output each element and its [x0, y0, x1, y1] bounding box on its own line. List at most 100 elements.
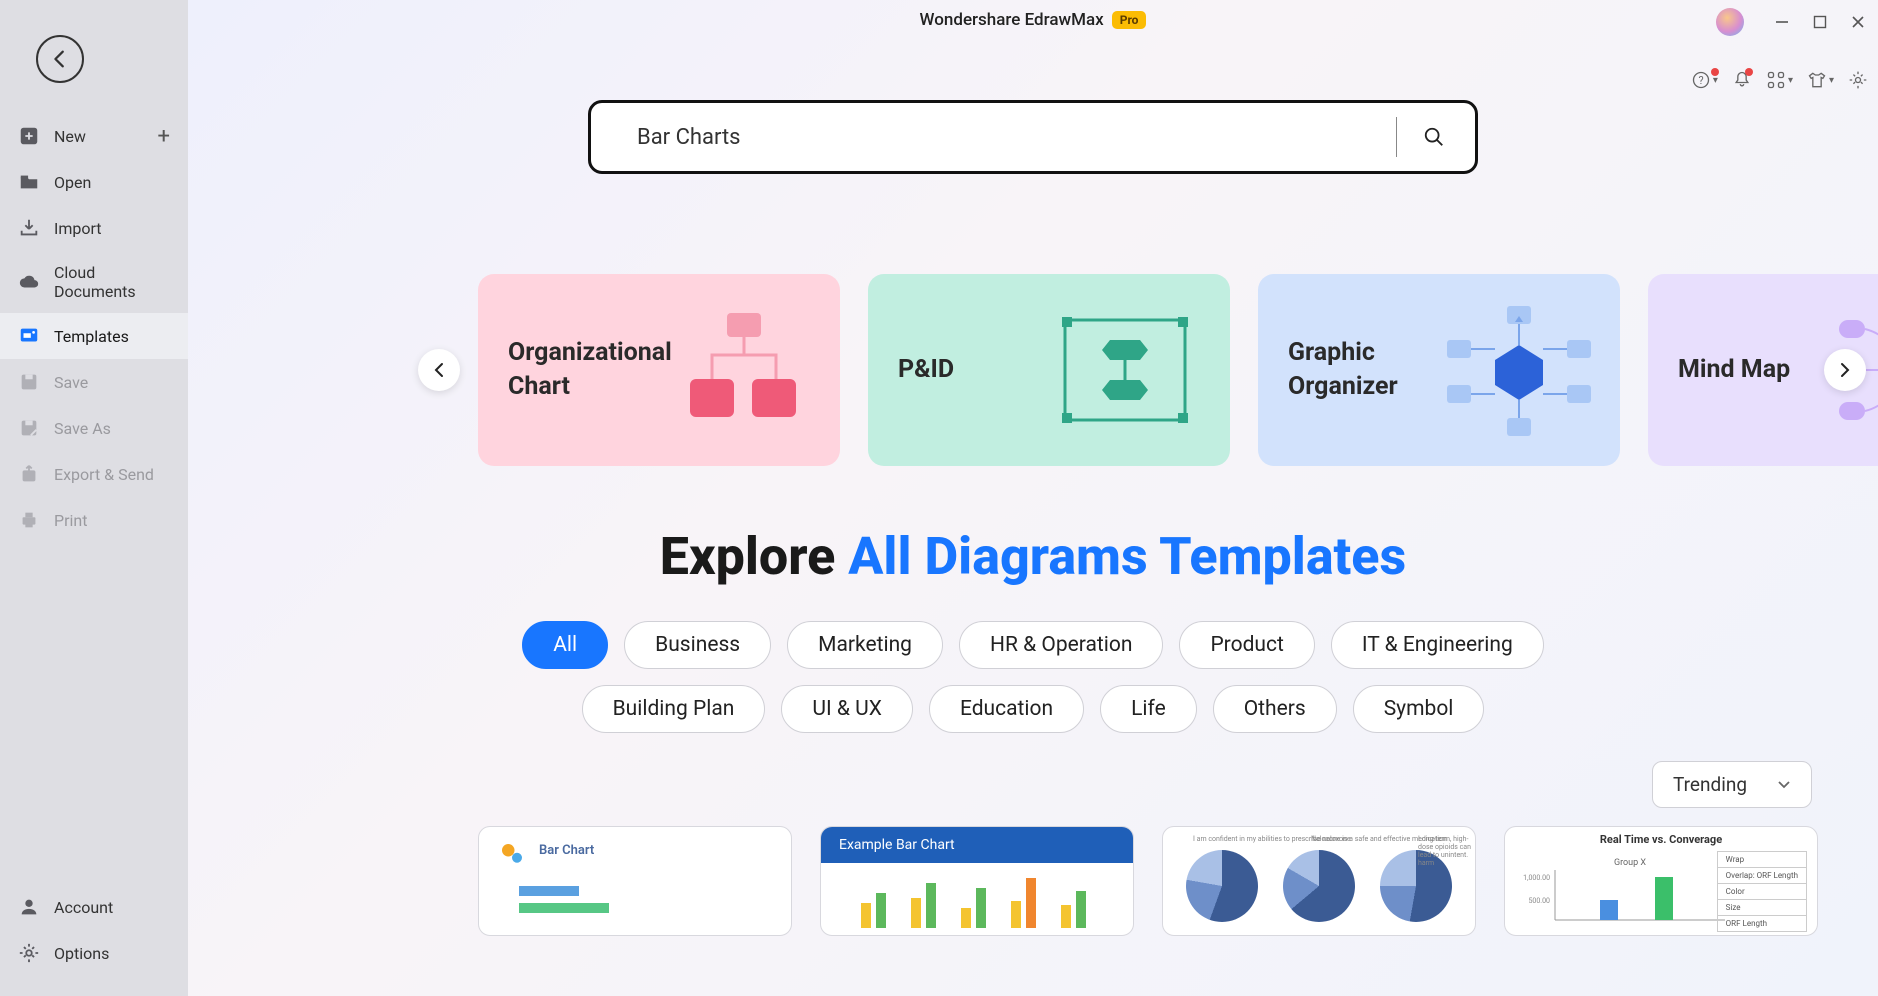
- save-icon: [18, 371, 40, 393]
- bar-chart-preview-icon: [489, 871, 792, 931]
- plus-icon[interactable]: +: [158, 124, 170, 149]
- sidebar-item-options[interactable]: Options: [0, 930, 188, 976]
- chevron-left-icon: [433, 362, 445, 378]
- gear-icon: [18, 942, 40, 964]
- template-card[interactable]: I am confident in my abilities to prescr…: [1162, 826, 1476, 936]
- carousel-next-button[interactable]: [1824, 349, 1866, 391]
- category-graphic-icon: [1439, 300, 1599, 440]
- cloud-icon: [18, 271, 40, 293]
- bar-chart-preview-icon: Group X 1,000.00 500.00: [1515, 855, 1735, 935]
- filter-chip-ui-ux[interactable]: UI & UX: [781, 685, 913, 733]
- template-card[interactable]: Bar Chart: [478, 826, 792, 936]
- category-carousel: Organizational Chart P&ID Graphic Organize…: [188, 274, 1878, 466]
- save-as-icon: [18, 417, 40, 439]
- search-divider: [1396, 117, 1397, 157]
- title-bar: Wondershare EdrawMax Pro: [188, 0, 1878, 40]
- help-button[interactable]: ? ▾: [1691, 70, 1718, 90]
- category-card-p-id[interactable]: P&ID: [868, 274, 1230, 466]
- sidebar: New+ Open Import Cloud Documents Templates Sa…: [0, 0, 188, 996]
- settings-button[interactable]: [1848, 70, 1868, 90]
- help-icon: ?: [1691, 70, 1711, 90]
- sidebar-item-export-send: Export & Send: [0, 451, 188, 497]
- pro-badge: Pro: [1112, 11, 1147, 29]
- category-graphic-icon: [1049, 305, 1200, 435]
- sidebar-item-label: Templates: [54, 327, 129, 346]
- filter-chip-business[interactable]: Business: [624, 621, 771, 669]
- category-label: Mind Map: [1678, 353, 1829, 387]
- filter-chip-life[interactable]: Life: [1100, 685, 1197, 733]
- sidebar-item-label: Export & Send: [54, 465, 154, 484]
- sidebar-item-label: Open: [54, 173, 91, 192]
- folder-icon: [18, 171, 40, 193]
- svg-text:Group X: Group X: [1614, 858, 1646, 868]
- filter-chips: All Business Marketing HR & Operation Produc…: [188, 621, 1878, 733]
- svg-text:?: ?: [1698, 74, 1703, 87]
- sidebar-item-save-as: Save As: [0, 405, 188, 451]
- sort-select[interactable]: Trending: [1652, 761, 1812, 808]
- sidebar-item-label: Cloud Documents: [54, 263, 170, 301]
- chevron-down-icon: [1777, 780, 1791, 790]
- sidebar-item-templates[interactable]: Templates: [0, 313, 188, 359]
- svg-text:500.00: 500.00: [1528, 897, 1550, 905]
- filter-chip-all[interactable]: All: [522, 621, 608, 669]
- theme-button[interactable]: ▾: [1807, 70, 1834, 90]
- filter-chip-hr-operation[interactable]: HR & Operation: [959, 621, 1163, 669]
- back-button[interactable]: [36, 35, 84, 83]
- sidebar-item-open[interactable]: Open: [0, 159, 188, 205]
- pie-chart-icon: [1186, 850, 1258, 922]
- filter-chip-symbol[interactable]: Symbol: [1353, 685, 1485, 733]
- sidebar-item-label: Save As: [54, 419, 111, 438]
- sidebar-item-label: Import: [54, 219, 102, 238]
- sidebar-item-label: Print: [54, 511, 87, 530]
- template-card[interactable]: Real Time vs. Converage Group X 1,000.00…: [1504, 826, 1818, 936]
- sidebar-item-label: Options: [54, 944, 109, 963]
- category-graphic-icon: [672, 305, 812, 435]
- template-title: Bar Chart: [539, 843, 594, 858]
- minimize-button[interactable]: [1772, 12, 1792, 32]
- arrow-left-icon: [49, 48, 71, 70]
- sidebar-item-account[interactable]: Account: [0, 884, 188, 930]
- sidebar-item-cloud-documents[interactable]: Cloud Documents: [0, 251, 188, 313]
- gear-icon: [497, 839, 527, 869]
- category-card-organizational-chart[interactable]: Organizational Chart: [478, 274, 840, 466]
- header-toolbar: ? ▾ ▾ ▾: [1691, 70, 1868, 90]
- sidebar-item-new[interactable]: New+: [0, 113, 188, 159]
- carousel-prev-button[interactable]: [418, 349, 460, 391]
- filter-chip-it-engineering[interactable]: IT & Engineering: [1331, 621, 1544, 669]
- legend-table: Wrap Overlap: ORF Length Color Size ORF …: [1717, 851, 1807, 932]
- sidebar-item-save: Save: [0, 359, 188, 405]
- sidebar-item-import[interactable]: Import: [0, 205, 188, 251]
- search-icon[interactable]: [1423, 126, 1445, 148]
- sidebar-item-print: Print: [0, 497, 188, 543]
- pie-chart-icon: [1283, 850, 1355, 922]
- avatar[interactable]: [1716, 8, 1744, 36]
- category-label: Graphic Organizer: [1288, 336, 1439, 404]
- app-title: Wondershare EdrawMax: [920, 10, 1104, 30]
- filter-chip-building-plan[interactable]: Building Plan: [582, 685, 766, 733]
- shirt-icon: [1807, 70, 1827, 90]
- bar-chart-preview-icon: [821, 863, 1133, 933]
- shortcuts-button[interactable]: ▾: [1766, 70, 1793, 90]
- main-content: Wondershare EdrawMax Pro ? ▾ ▾ ▾: [188, 0, 1878, 996]
- filter-chip-others[interactable]: Others: [1213, 685, 1337, 733]
- close-button[interactable]: [1848, 12, 1868, 32]
- category-label: Organizational Chart: [508, 336, 672, 404]
- svg-text:1,000.00: 1,000.00: [1523, 874, 1550, 882]
- template-grid: Bar Chart Example Bar Chart I am confide…: [188, 826, 1878, 936]
- template-title: Example Bar Chart: [821, 827, 1133, 863]
- template-icon: [18, 325, 40, 347]
- template-card[interactable]: Example Bar Chart: [820, 826, 1134, 936]
- sort-label: Trending: [1673, 773, 1747, 796]
- filter-chip-education[interactable]: Education: [929, 685, 1084, 733]
- category-card-graphic-organizer[interactable]: Graphic Organizer: [1258, 274, 1620, 466]
- window-controls: [1716, 8, 1868, 36]
- search-input[interactable]: [637, 125, 1370, 150]
- filter-chip-marketing[interactable]: Marketing: [787, 621, 943, 669]
- maximize-button[interactable]: [1810, 12, 1830, 32]
- template-title: Real Time vs. Converage: [1505, 827, 1817, 848]
- filter-chip-product[interactable]: Product: [1179, 621, 1314, 669]
- chevron-right-icon: [1839, 362, 1851, 378]
- sidebar-item-label: Account: [54, 898, 113, 917]
- category-label: P&ID: [898, 353, 1049, 387]
- notifications-button[interactable]: [1732, 70, 1752, 90]
